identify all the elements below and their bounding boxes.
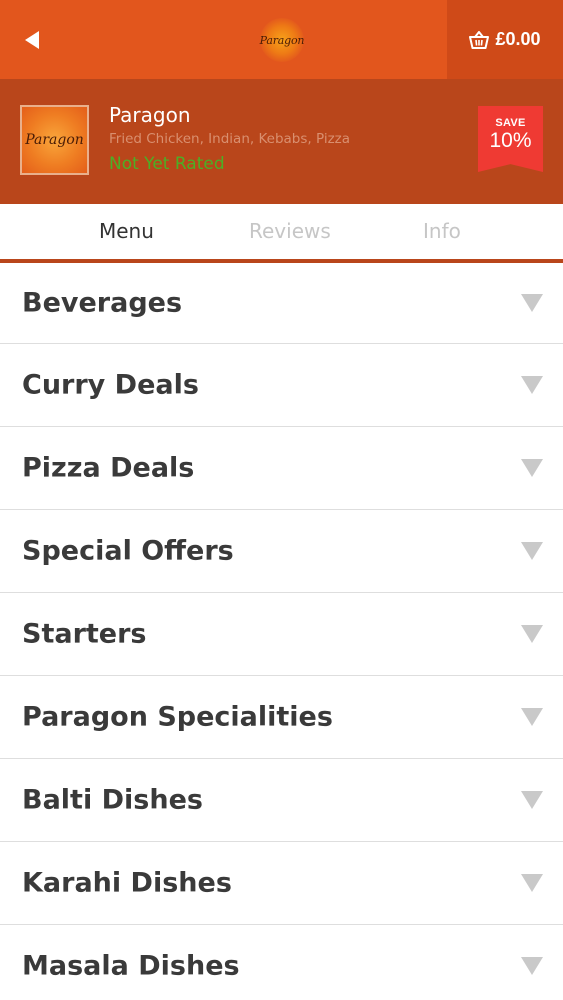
tab-menu[interactable]: Menu xyxy=(99,219,154,243)
chevron-down-icon xyxy=(521,459,543,477)
category-row-beverages[interactable]: Beverages xyxy=(0,263,563,344)
category-row-masala-dishes[interactable]: Masala Dishes xyxy=(0,925,563,1000)
category-label: Balti Dishes xyxy=(22,784,203,816)
basket-total: £0.00 xyxy=(495,29,541,49)
category-label: Pizza Deals xyxy=(22,452,195,484)
restaurant-logo-text: Paragon xyxy=(25,132,84,148)
category-label: Starters xyxy=(22,618,147,650)
category-label: Special Offers xyxy=(22,535,234,567)
category-row-karahi-dishes[interactable]: Karahi Dishes xyxy=(0,842,563,925)
chevron-down-icon xyxy=(521,874,543,892)
category-label: Masala Dishes xyxy=(22,950,240,982)
category-row-special-offers[interactable]: Special Offers xyxy=(0,510,563,593)
chevron-down-icon xyxy=(521,542,543,560)
category-row-starters[interactable]: Starters xyxy=(0,593,563,676)
top-bar: Paragon £0.00 xyxy=(0,0,563,79)
tab-reviews[interactable]: Reviews xyxy=(249,219,331,243)
save-badge: SAVE 10% xyxy=(478,106,543,172)
header-logo-text: Paragon xyxy=(259,33,305,47)
category-row-curry-deals[interactable]: Curry Deals xyxy=(0,344,563,427)
menu-category-list: Beverages Curry Deals Pizza Deals Specia… xyxy=(0,263,563,1000)
basket-icon xyxy=(469,30,490,49)
restaurant-name: Paragon xyxy=(109,103,191,127)
chevron-down-icon xyxy=(521,294,543,312)
category-row-paragon-specialities[interactable]: Paragon Specialities xyxy=(0,676,563,759)
back-button[interactable] xyxy=(0,0,64,79)
category-label: Paragon Specialities xyxy=(22,701,333,733)
tab-info[interactable]: Info xyxy=(423,219,461,243)
category-label: Curry Deals xyxy=(22,369,199,401)
category-label: Beverages xyxy=(22,287,183,319)
chevron-down-icon xyxy=(521,791,543,809)
category-label: Karahi Dishes xyxy=(22,867,232,899)
restaurant-cuisine: Fried Chicken, Indian, Kebabs, Pizza xyxy=(109,131,351,147)
basket-button[interactable]: £0.00 xyxy=(447,0,563,79)
save-badge-percent: 10% xyxy=(489,129,532,152)
category-row-balti-dishes[interactable]: Balti Dishes xyxy=(0,759,563,842)
chevron-down-icon xyxy=(521,708,543,726)
restaurant-logo: Paragon xyxy=(20,105,89,175)
chevron-down-icon xyxy=(521,957,543,975)
restaurant-rating: Not Yet Rated xyxy=(109,154,225,174)
tab-bar: Menu Reviews Info xyxy=(0,204,563,259)
header-logo[interactable]: Paragon xyxy=(240,12,324,68)
chevron-down-icon xyxy=(521,376,543,394)
back-arrow-icon xyxy=(25,30,39,49)
chevron-down-icon xyxy=(521,625,543,643)
category-row-pizza-deals[interactable]: Pizza Deals xyxy=(0,427,563,510)
